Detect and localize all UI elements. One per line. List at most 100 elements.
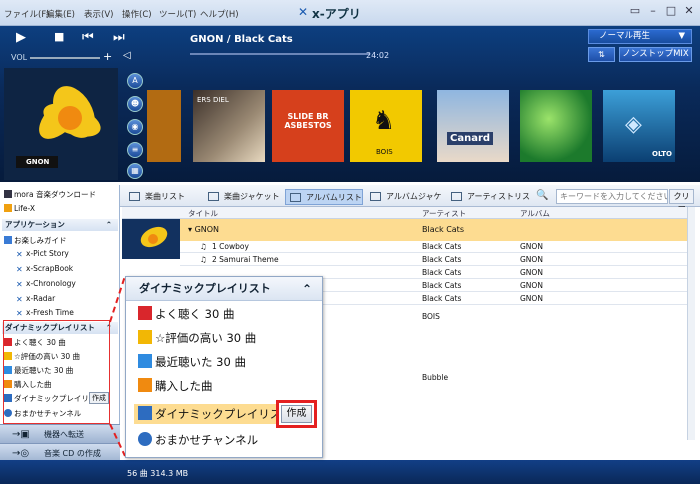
tab-label: 楽曲ジャケット: [224, 192, 280, 201]
star-icon: [138, 330, 152, 344]
collapse-icon: ⌃: [301, 282, 312, 296]
col-artist[interactable]: アーティスト: [422, 208, 466, 219]
tab-album-list[interactable]: アルバムリスト: [285, 189, 363, 205]
menu-tools[interactable]: ツール(T): [159, 8, 196, 20]
zoom-item-channel[interactable]: おまかせチャンネル: [138, 432, 258, 448]
zoom-item-purchased[interactable]: 購入した曲: [138, 378, 213, 394]
grid-icon[interactable]: ▦: [127, 163, 143, 179]
album-cover[interactable]: ERS DIEL: [193, 90, 265, 162]
sidebar-item-label: x-Chronology: [26, 279, 76, 288]
zoom-item-label: ダイナミックプレイリスト: [155, 407, 293, 421]
button-label: 機器へ転送: [44, 430, 84, 439]
clear-button[interactable]: クリア: [669, 189, 694, 214]
list-icon: [290, 193, 301, 202]
album-group-bois[interactable]: BOIS: [422, 312, 440, 321]
album-cover[interactable]: ◈ OLTO: [603, 90, 675, 162]
sidebar-header-applications[interactable]: アプリケーション ⌃: [2, 219, 118, 231]
person-icon: [451, 192, 462, 201]
x-app-icon: ✕: [16, 250, 23, 259]
cell-title: 2 Samurai Theme: [212, 255, 279, 264]
view-a-icon[interactable]: A: [127, 73, 143, 89]
zoom-item-label: よく聴く 30 曲: [155, 307, 235, 321]
previous-icon[interactable]: ⏮: [82, 30, 94, 45]
menu-file[interactable]: ファイル(F): [4, 8, 50, 20]
list-icon: [129, 192, 140, 201]
search-input[interactable]: [556, 189, 668, 204]
create-button[interactable]: 作成: [281, 405, 312, 423]
guide-icon: [4, 236, 12, 244]
transfer-to-device-button[interactable]: →▣ 機器へ転送: [0, 424, 120, 443]
tab-song-list[interactable]: 楽曲リスト: [125, 189, 199, 205]
zoom-item-recent[interactable]: 最近聴いた 30 曲: [138, 354, 246, 370]
col-album[interactable]: アルバム: [520, 208, 550, 219]
tab-album-jacket[interactable]: アルバムジャケット: [366, 189, 444, 217]
group-title: ▾ GNON: [188, 225, 220, 234]
album-group-bubble[interactable]: Bubble: [422, 373, 448, 382]
sidebar-item-label: x-Pict Story: [26, 249, 69, 258]
app-title: x-アプリ: [312, 7, 361, 21]
sidebar-item-guide[interactable]: お楽しみガイド: [4, 235, 67, 246]
sidebar-item-mora[interactable]: mora 音楽ダウンロード: [4, 189, 96, 200]
minimize-icon[interactable]: –: [646, 4, 660, 18]
volume-up-icon[interactable]: +: [103, 50, 112, 63]
table-row[interactable]: ♫ 1 Cowboy Black Cats GNON: [180, 241, 687, 253]
sidebar-item-scrapbook[interactable]: ✕ x-ScrapBook: [16, 264, 73, 274]
zoom-item-label: 購入した曲: [155, 379, 213, 393]
menu-control[interactable]: 操作(C): [122, 8, 152, 20]
album-group-row[interactable]: ▾ GNON Black Cats: [122, 219, 687, 259]
sidebar-item-label: Life-X: [14, 204, 35, 213]
album-label: Canard: [447, 132, 494, 145]
menu-view[interactable]: 表示(V): [84, 8, 113, 20]
album-cover[interactable]: ♞ BOIS: [350, 90, 422, 162]
collapse-icon: ⌃: [105, 220, 112, 229]
button-label: 音楽 CD の作成: [44, 449, 101, 458]
speaker-icon[interactable]: ◁: [123, 50, 131, 61]
zoom-item-frequent[interactable]: よく聴く 30 曲: [138, 306, 234, 322]
sidebar-item-lifex[interactable]: Life-X: [4, 204, 35, 213]
album-cover[interactable]: [520, 90, 592, 162]
tab-artist-list[interactable]: アーティストリスト: [447, 189, 531, 217]
next-icon[interactable]: ⏭: [113, 30, 125, 45]
play-mode-select[interactable]: ノーマル再生 ▼: [588, 29, 692, 44]
table-row[interactable]: ♫ 2 Samurai Theme Black Cats GNON: [180, 254, 687, 266]
maximize-icon[interactable]: □: [664, 4, 678, 18]
album-cover[interactable]: SLIDE BR ASBESTOS: [272, 90, 344, 162]
list-icon[interactable]: ≡: [127, 142, 143, 158]
close-icon[interactable]: ✕: [682, 4, 696, 18]
sidebar-item-radar[interactable]: ✕ x-Radar: [16, 294, 55, 304]
zoom-header-label: ダイナミックプレイリスト: [139, 282, 271, 295]
shuffle-button[interactable]: ⇅: [588, 47, 615, 62]
x-app-icon: ✕: [16, 295, 23, 304]
zoom-item-dynamic-playlist[interactable]: ダイナミックプレイリスト: [138, 406, 293, 422]
search-icon[interactable]: 🔍: [536, 190, 548, 201]
zoom-header[interactable]: ダイナミックプレイリスト ⌃: [126, 277, 322, 301]
sidebar-item-pict-story[interactable]: ✕ x-Pict Story: [16, 249, 69, 259]
person-icon[interactable]: ☻: [127, 96, 143, 112]
zoom-item-top-rated[interactable]: ☆評価の高い 30 曲: [138, 330, 256, 346]
play-icon[interactable]: ▶: [16, 30, 26, 45]
now-playing-artwork: GNON: [4, 68, 118, 180]
disc-icon[interactable]: ◉: [127, 119, 143, 135]
cell-artist: Black Cats: [422, 281, 462, 290]
note-icon: ♫: [200, 242, 207, 251]
seek-bar[interactable]: [190, 53, 370, 55]
stop-icon[interactable]: ■: [54, 30, 64, 43]
sidebar-item-fresh-time[interactable]: ✕ x-Fresh Time: [16, 308, 74, 318]
list-scrollbar[interactable]: [687, 207, 695, 440]
cell-artist: Black Cats: [422, 255, 462, 264]
tab-song-jacket[interactable]: 楽曲ジャケット: [204, 189, 282, 205]
sidebar-item-chronology[interactable]: ✕ x-Chronology: [16, 279, 76, 289]
artwork-label: GNON: [26, 158, 50, 166]
mini-player-icon[interactable]: ▭: [628, 4, 642, 18]
nonstop-mix-button[interactable]: ノンストップMIX: [619, 47, 692, 62]
zoom-item-label: おまかせチャンネル: [155, 433, 259, 447]
menu-edit[interactable]: 編集(E): [46, 8, 75, 20]
menu-help[interactable]: ヘルプ(H): [200, 8, 239, 20]
col-title[interactable]: タイトル: [188, 208, 218, 219]
album-cover[interactable]: Canard: [437, 90, 509, 162]
album-label: ERS DIEL: [197, 96, 229, 104]
album-label: BOIS: [376, 148, 393, 156]
volume-slider[interactable]: [30, 57, 100, 59]
volume-label: VOL: [11, 53, 28, 62]
album-cover[interactable]: [147, 90, 181, 162]
